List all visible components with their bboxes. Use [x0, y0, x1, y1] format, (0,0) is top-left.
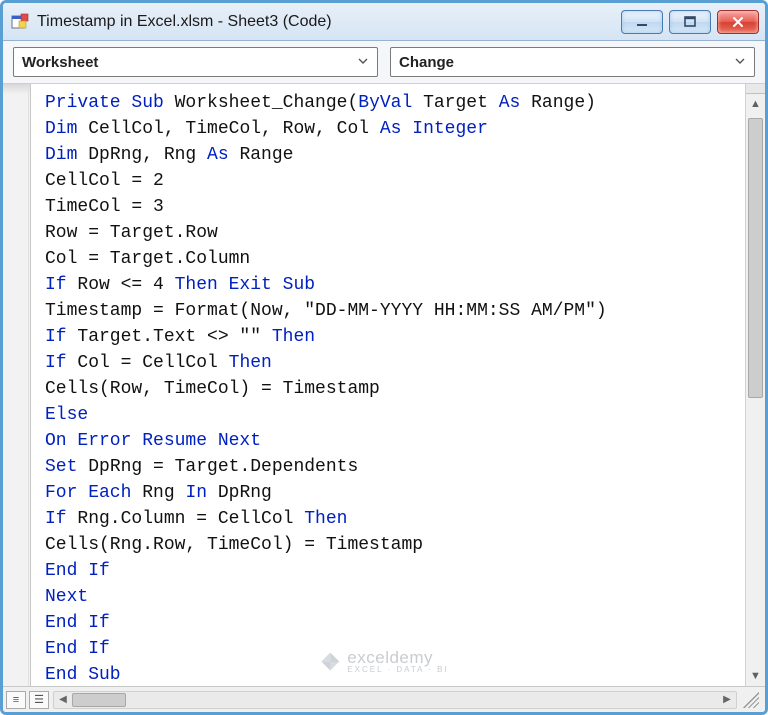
object-dropdown[interactable]: Worksheet	[13, 47, 378, 77]
horizontal-scrollbar[interactable]: ◀ ▶	[53, 691, 737, 709]
close-button[interactable]	[717, 10, 759, 34]
vscroll-thumb[interactable]	[748, 118, 763, 398]
code-editor[interactable]: Private Sub Worksheet_Change(ByVal Targe…	[31, 84, 745, 686]
object-procedure-bar: Worksheet Change	[3, 41, 765, 83]
scroll-right-arrow-icon[interactable]: ▶	[718, 692, 736, 708]
vscroll-track[interactable]	[746, 114, 765, 666]
procedure-dropdown[interactable]: Change	[390, 47, 755, 77]
split-handle[interactable]	[746, 84, 765, 94]
window-title: Timestamp in Excel.xlsm - Sheet3 (Code)	[37, 13, 621, 31]
maximize-button[interactable]	[669, 10, 711, 34]
procedure-view-button[interactable]: ≡	[6, 691, 26, 709]
object-dropdown-value: Worksheet	[22, 54, 98, 71]
resize-grip-icon[interactable]	[743, 692, 759, 708]
hscroll-thumb[interactable]	[72, 693, 126, 707]
scroll-down-arrow-icon[interactable]: ▼	[746, 666, 765, 686]
procedure-dropdown-value: Change	[399, 54, 454, 71]
vbe-code-window: Timestamp in Excel.xlsm - Sheet3 (Code) …	[0, 0, 768, 715]
margin-indicator-bar[interactable]	[3, 84, 31, 686]
full-module-view-button[interactable]: ☰	[29, 691, 49, 709]
titlebar[interactable]: Timestamp in Excel.xlsm - Sheet3 (Code)	[3, 3, 765, 41]
code-body: Private Sub Worksheet_Change(ByVal Targe…	[3, 84, 765, 686]
chevron-down-icon	[357, 54, 369, 71]
app-icon	[11, 13, 29, 31]
scroll-left-arrow-icon[interactable]: ◀	[54, 692, 72, 708]
scroll-up-arrow-icon[interactable]: ▲	[746, 94, 765, 114]
vertical-scrollbar[interactable]: ▲ ▼	[745, 84, 765, 686]
window-controls	[621, 10, 759, 34]
code-outer: Private Sub Worksheet_Change(ByVal Targe…	[3, 83, 765, 712]
bottom-bar: ≡ ☰ ◀ ▶	[3, 686, 765, 712]
chevron-down-icon	[734, 54, 746, 71]
minimize-button[interactable]	[621, 10, 663, 34]
